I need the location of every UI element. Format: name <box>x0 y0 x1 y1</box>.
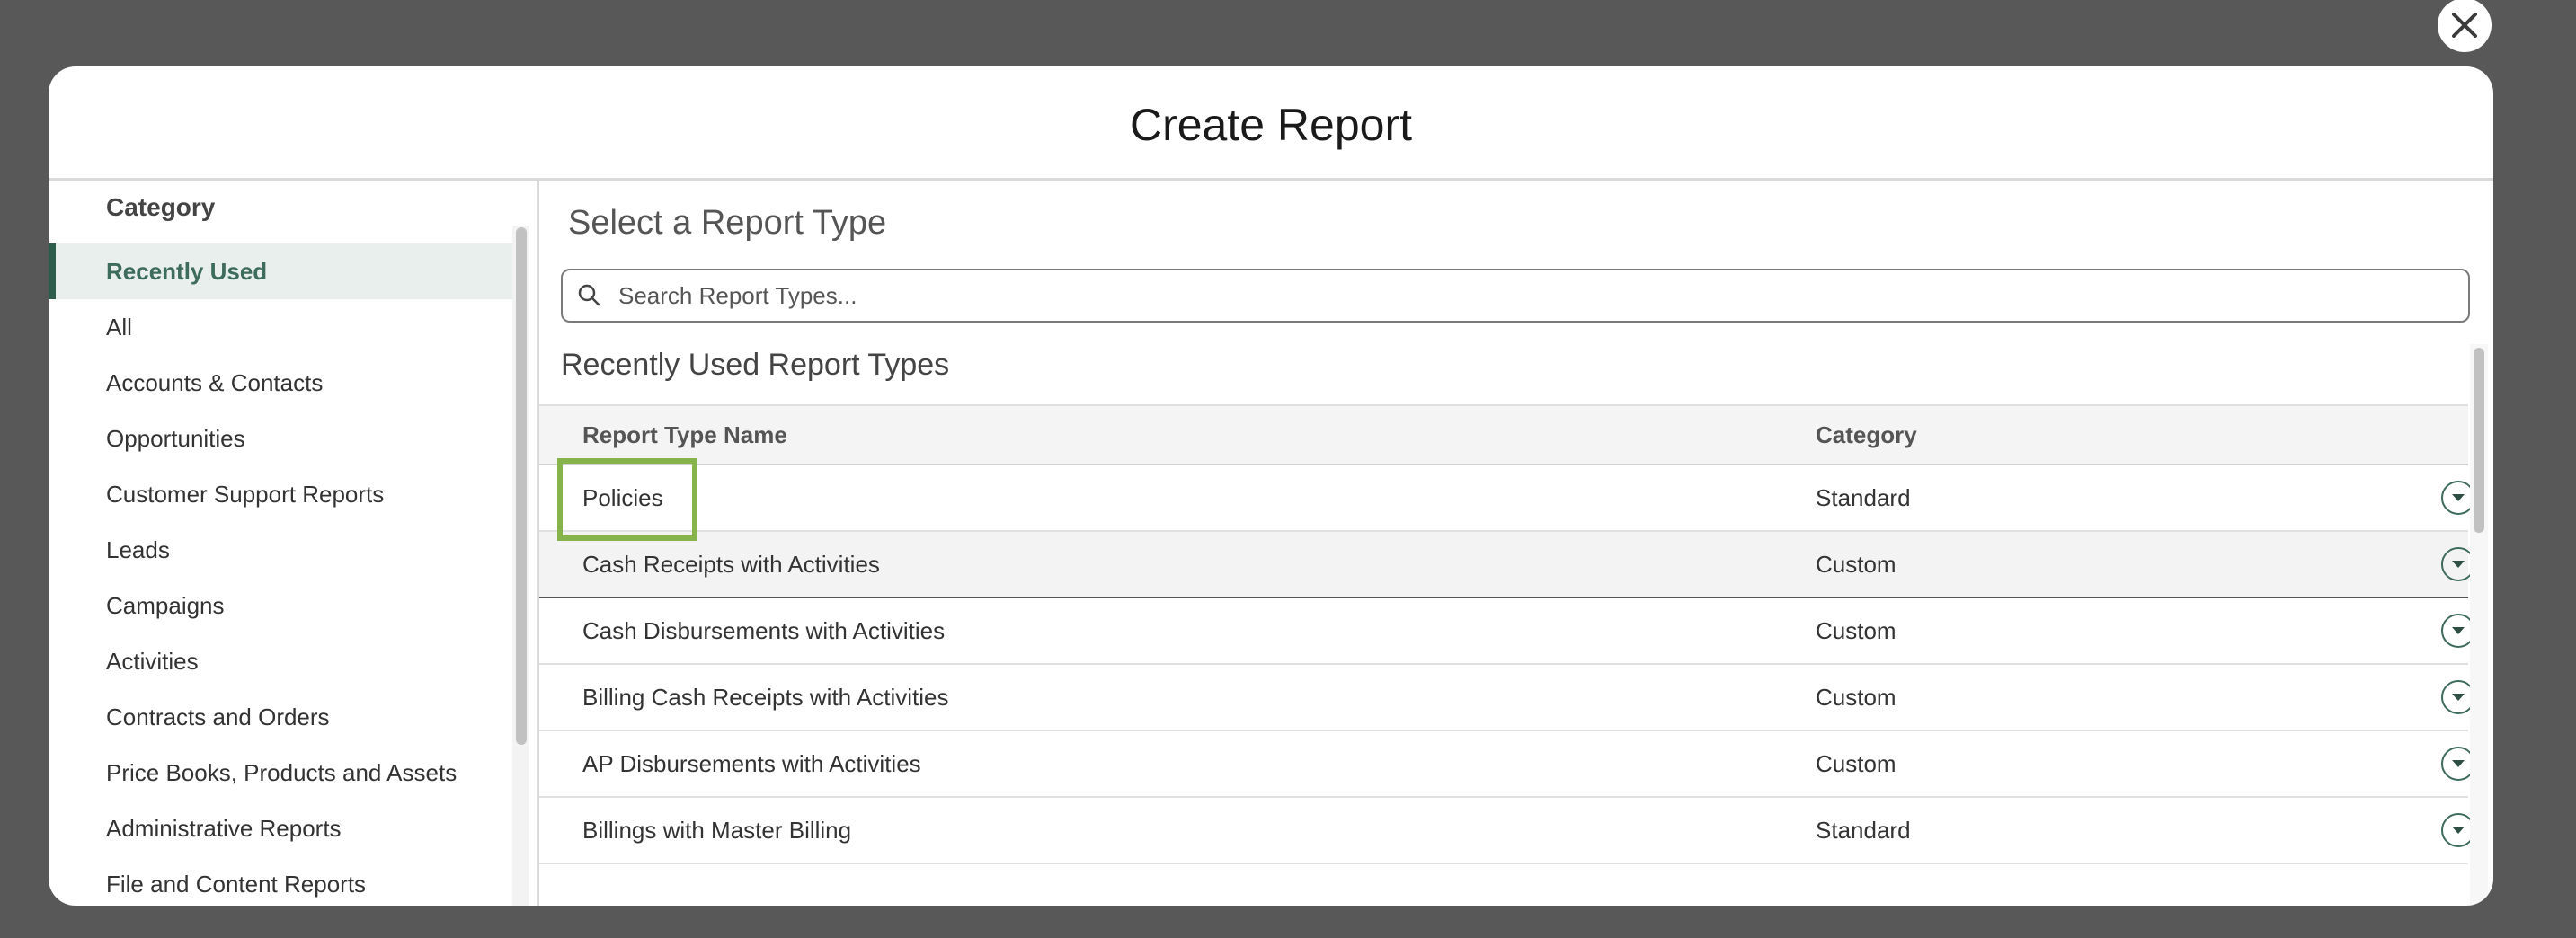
chevron-down-icon <box>2452 561 2465 568</box>
category-item-all[interactable]: All <box>49 299 512 355</box>
report-list-scrollbar-thumb[interactable] <box>2474 348 2484 533</box>
category-heading: Category <box>106 193 216 221</box>
report-type-category: Custom <box>1816 550 1896 578</box>
category-item-contracts-orders[interactable]: Contracts and Orders <box>49 689 512 745</box>
report-type-category: Custom <box>1816 683 1896 711</box>
report-type-category: Custom <box>1816 749 1896 777</box>
table-row[interactable]: Policies Standard <box>539 465 2475 532</box>
report-type-name[interactable]: Billing Cash Receipts with Activities <box>582 684 949 712</box>
category-item-accounts-contacts[interactable]: Accounts & Contacts <box>49 355 512 411</box>
category-item-campaigns[interactable]: Campaigns <box>49 578 512 633</box>
category-item-recently-used[interactable]: Recently Used <box>49 243 512 299</box>
report-type-name[interactable]: Cash Receipts with Activities <box>582 551 880 579</box>
category-pane: Category Recently Used All Accounts & Co… <box>49 181 539 906</box>
report-type-name[interactable]: Policies <box>582 484 663 512</box>
category-item-activities[interactable]: Activities <box>49 633 512 689</box>
chevron-down-icon <box>2452 694 2465 701</box>
chevron-down-icon <box>2452 627 2465 634</box>
table-row[interactable]: Billing Cash Receipts with Activities Cu… <box>539 665 2475 731</box>
column-header-name[interactable]: Report Type Name <box>582 421 787 449</box>
select-report-type-title: Select a Report Type <box>568 204 887 242</box>
table-row[interactable]: Billings with Master Billing Standard <box>539 798 2475 864</box>
search-input[interactable] <box>617 280 2418 311</box>
table-row[interactable]: AP Disbursements with Activities Custom <box>539 731 2475 798</box>
report-type-category: Standard <box>1816 816 1911 844</box>
table-header: Report Type Name Category <box>539 404 2468 465</box>
report-type-category: Custom <box>1816 616 1896 644</box>
column-header-category[interactable]: Category <box>1816 421 1917 449</box>
category-item-file-content-reports[interactable]: File and Content Reports <box>49 856 512 906</box>
search-box[interactable] <box>561 269 2470 323</box>
chevron-down-icon <box>2452 827 2465 834</box>
create-report-modal: Create Report Category Recently Used All… <box>49 66 2493 906</box>
report-type-name[interactable]: AP Disbursements with Activities <box>582 750 921 778</box>
recently-used-title: Recently Used Report Types <box>561 348 950 382</box>
close-button[interactable] <box>2438 0 2492 52</box>
modal-body: Category Recently Used All Accounts & Co… <box>49 181 2493 906</box>
category-item-customer-support-reports[interactable]: Customer Support Reports <box>49 466 512 522</box>
report-type-name[interactable]: Cash Disbursements with Activities <box>582 617 945 645</box>
table-row[interactable]: Cash Disbursements with Activities Custo… <box>539 598 2475 665</box>
report-type-category: Standard <box>1816 483 1911 511</box>
category-item-opportunities[interactable]: Opportunities <box>49 411 512 466</box>
chevron-down-icon <box>2452 760 2465 767</box>
report-type-pane: Select a Report Type Recently Used Repor… <box>539 181 2493 906</box>
table-row[interactable]: Cash Receipts with Activities Custom <box>539 532 2475 598</box>
category-item-leads[interactable]: Leads <box>49 522 512 578</box>
category-list: Recently Used All Accounts & Contacts Op… <box>49 243 512 906</box>
search-icon <box>578 284 600 306</box>
close-icon <box>2452 13 2477 38</box>
modal-header: Create Report <box>49 66 2493 181</box>
category-item-price-books[interactable]: Price Books, Products and Assets <box>49 745 512 801</box>
report-type-name[interactable]: Billings with Master Billing <box>582 817 851 845</box>
chevron-down-icon <box>2452 494 2465 501</box>
report-types-table: Report Type Name Category Policies Stand… <box>539 404 2475 864</box>
category-scrollbar-thumb[interactable] <box>516 227 527 745</box>
modal-title: Create Report <box>1129 100 1413 150</box>
category-item-administrative-reports[interactable]: Administrative Reports <box>49 801 512 856</box>
